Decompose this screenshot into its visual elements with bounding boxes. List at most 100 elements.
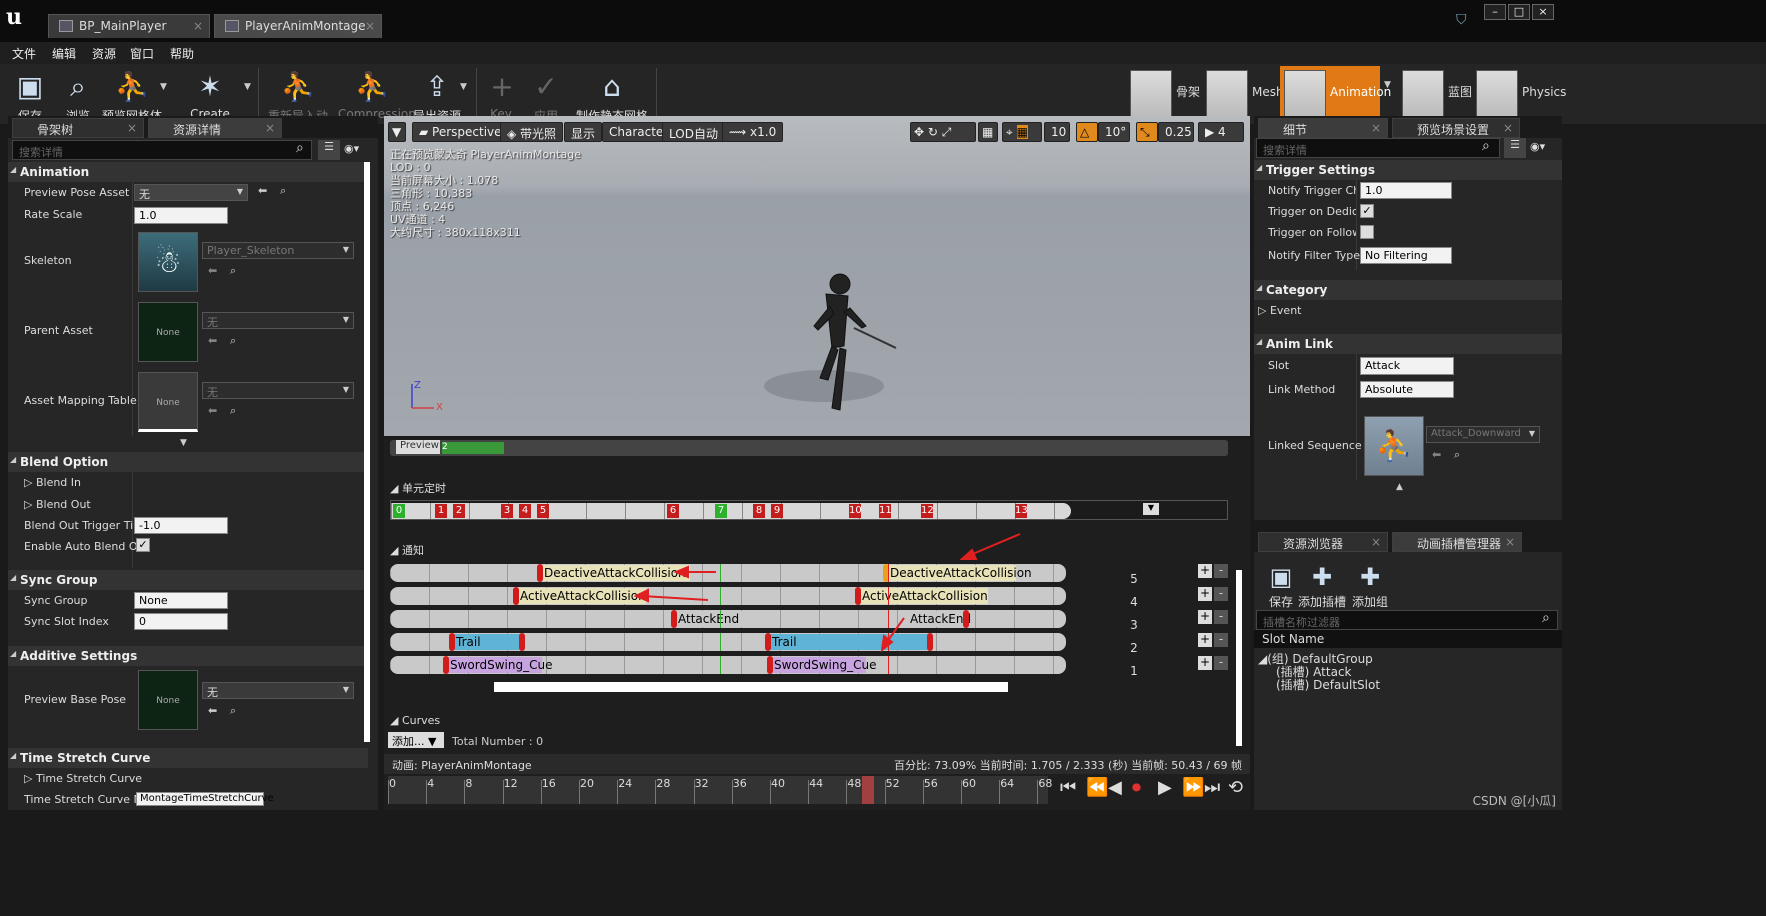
source-control-icon[interactable]: ⛉: [1456, 12, 1467, 28]
skeleton-thumbnail[interactable]: ☃: [138, 232, 198, 292]
close-window-button[interactable]: ×: [1532, 4, 1554, 20]
arrow-left-icon[interactable]: ⬅: [208, 404, 217, 417]
add-slot-button[interactable]: ✚ 添加插槽: [1298, 560, 1346, 616]
link-method-dropdown[interactable]: Absolute: [1360, 381, 1454, 398]
notify-filter-dropdown[interactable]: No Filtering: [1360, 247, 1452, 264]
close-icon[interactable]: ×: [193, 19, 203, 33]
event-label[interactable]: ▷ Event: [1258, 304, 1301, 326]
trigger-follower-checkbox[interactable]: [1360, 225, 1374, 239]
close-icon[interactable]: ×: [1505, 535, 1515, 549]
mode-physics-button[interactable]: Physics: [1472, 66, 1566, 122]
blend-out-trigger-input[interactable]: -1.0: [134, 517, 228, 534]
preview-pose-dropdown[interactable]: 无: [134, 184, 248, 201]
apply-button[interactable]: ✓应用: [528, 66, 564, 123]
tab-preview-scene[interactable]: 预览场景设置 ×: [1392, 118, 1520, 138]
tab-playeranimmontage[interactable]: PlayerAnimMontage ×: [214, 14, 382, 38]
compression-button[interactable]: ⛹ Compression: [338, 66, 416, 122]
add-group-button[interactable]: ✚ 添加组: [1350, 560, 1390, 616]
linked-sequence-dropdown[interactable]: Attack_Downward: [1426, 426, 1540, 443]
list-view-icon[interactable]: ☰: [1504, 138, 1526, 158]
eye-icon[interactable]: ◉▾: [344, 142, 359, 155]
unreal-logo-icon[interactable]: u: [6, 4, 34, 32]
tab-slot-manager[interactable]: 动画插槽管理器 ×: [1392, 532, 1522, 552]
menu-edit[interactable]: 编辑: [52, 45, 76, 62]
arrow-left-icon[interactable]: ⬅: [1432, 448, 1441, 461]
blend-out-label[interactable]: ▷ Blend Out: [24, 498, 91, 520]
loop-icon[interactable]: ⟲: [1228, 777, 1243, 798]
slot-filter-input[interactable]: 插槽名称过滤器: [1256, 610, 1558, 630]
parent-asset-dropdown[interactable]: 无: [202, 312, 354, 329]
base-pose-dropdown[interactable]: 无: [202, 682, 354, 699]
menu-help[interactable]: 帮助: [170, 45, 194, 62]
mode-animation-button[interactable]: Animation: [1280, 66, 1391, 122]
close-icon[interactable]: ×: [265, 121, 275, 135]
tab-content-browser[interactable]: 资源浏览器 ×: [1258, 532, 1388, 552]
arrow-left-icon[interactable]: ⬅: [208, 334, 217, 347]
list-view-icon[interactable]: ☰: [318, 140, 340, 160]
blend-in-label[interactable]: ▷ Blend In: [24, 476, 81, 498]
menu-asset[interactable]: 资源: [92, 45, 116, 62]
play-reverse-icon[interactable]: ◀: [1108, 777, 1122, 798]
preview-mesh-button[interactable]: ⛹预览网格体: [102, 66, 162, 123]
details-search-input[interactable]: 搜索详情: [12, 140, 312, 160]
sync-slot-input[interactable]: 0: [134, 613, 228, 630]
arrow-left-icon[interactable]: ⬅: [258, 184, 267, 197]
minimize-button[interactable]: –: [1484, 4, 1506, 20]
arrow-left-icon[interactable]: ⬅: [208, 264, 217, 277]
category-blend-option[interactable]: Blend Option: [8, 452, 368, 472]
parent-asset-thumbnail[interactable]: None: [138, 302, 198, 362]
tab-asset-details[interactable]: 资源详情 ×: [148, 118, 282, 138]
rate-scale-input[interactable]: 1.0: [134, 207, 228, 224]
maximize-button[interactable]: □: [1508, 4, 1530, 20]
search-icon[interactable]: ⌕: [280, 184, 286, 198]
tab-bp-mainplayer[interactable]: BP_MainPlayer ×: [48, 14, 210, 38]
skeleton-dropdown[interactable]: Player_Skeleton: [202, 242, 354, 259]
go-to-start-icon[interactable]: ⏮: [1060, 777, 1076, 798]
category-animation[interactable]: Animation: [8, 162, 368, 182]
slot-save-button[interactable]: ▣ 保存: [1264, 560, 1298, 616]
curves-header[interactable]: ◢ Curves: [390, 714, 440, 727]
category-sync-group[interactable]: Sync Group: [8, 570, 368, 590]
close-icon[interactable]: ×: [365, 19, 375, 33]
menu-file[interactable]: 文件: [12, 45, 36, 62]
chevron-down-icon[interactable]: ▼: [460, 82, 467, 92]
search-icon[interactable]: ⌕: [230, 334, 236, 348]
chevron-down-icon[interactable]: ▼: [160, 82, 167, 92]
category-anim-link[interactable]: Anim Link: [1254, 334, 1562, 354]
mode-skeleton-button[interactable]: 骨架: [1126, 66, 1200, 122]
time-stretch-curve-label[interactable]: ▷ Time Stretch Curve: [24, 772, 142, 794]
frame-ruler[interactable]: 0 4 8 12 16 20 24 28 32 36 40 44 48 52 56 60 64 68: [388, 776, 1052, 804]
mapping-table-thumbnail[interactable]: None: [138, 372, 198, 432]
search-icon[interactable]: ⌕: [230, 264, 236, 278]
sync-group-input[interactable]: None: [134, 592, 228, 609]
category-time-stretch[interactable]: Time Stretch Curve: [8, 748, 368, 768]
time-stretch-name-input[interactable]: MontageTimeStretchCurve: [136, 792, 274, 806]
close-icon[interactable]: ×: [1371, 121, 1381, 135]
menu-window[interactable]: 窗口: [130, 45, 154, 62]
slot-dropdown[interactable]: Attack: [1360, 357, 1454, 375]
base-pose-thumbnail[interactable]: None: [138, 670, 198, 730]
preview-viewport[interactable]: ▼ ▰ Perspective ◈ 带光照 显示 Character LOD自动…: [384, 116, 1250, 436]
go-to-end-icon[interactable]: ⏭: [1204, 777, 1220, 798]
scrollbar[interactable]: [364, 162, 370, 742]
category-trigger-settings[interactable]: Trigger Settings: [1254, 160, 1562, 180]
trigger-dedicated-checkbox[interactable]: ✓: [1360, 204, 1374, 218]
browse-button[interactable]: ⌕浏览: [58, 66, 98, 123]
export-asset-button[interactable]: ⇪导出资源: [412, 66, 462, 123]
scrubber-handle[interactable]: [862, 776, 874, 804]
category-category[interactable]: Category: [1254, 280, 1562, 300]
tab-skeleton-tree[interactable]: 骨架树 ×: [12, 118, 144, 138]
chevron-down-icon[interactable]: ▼: [1384, 80, 1391, 90]
key-button[interactable]: + Key: [484, 66, 518, 122]
details-search-input[interactable]: 搜索详情: [1256, 138, 1500, 158]
close-icon[interactable]: ×: [1371, 535, 1381, 549]
slot-name-header[interactable]: Slot Name: [1254, 630, 1562, 648]
collapse-up-icon[interactable]: ▲: [1396, 482, 1403, 492]
search-icon[interactable]: ⌕: [1454, 448, 1460, 462]
mapping-table-dropdown[interactable]: 无: [202, 382, 354, 399]
tab-details[interactable]: 细节 ×: [1258, 118, 1388, 138]
eye-icon[interactable]: ◉▾: [1530, 140, 1545, 153]
save-button[interactable]: ▣保存: [10, 66, 50, 123]
reimport-button[interactable]: ⛹重新导入动画: [264, 66, 332, 140]
mode-mesh-button[interactable]: Mesh: [1202, 66, 1284, 122]
